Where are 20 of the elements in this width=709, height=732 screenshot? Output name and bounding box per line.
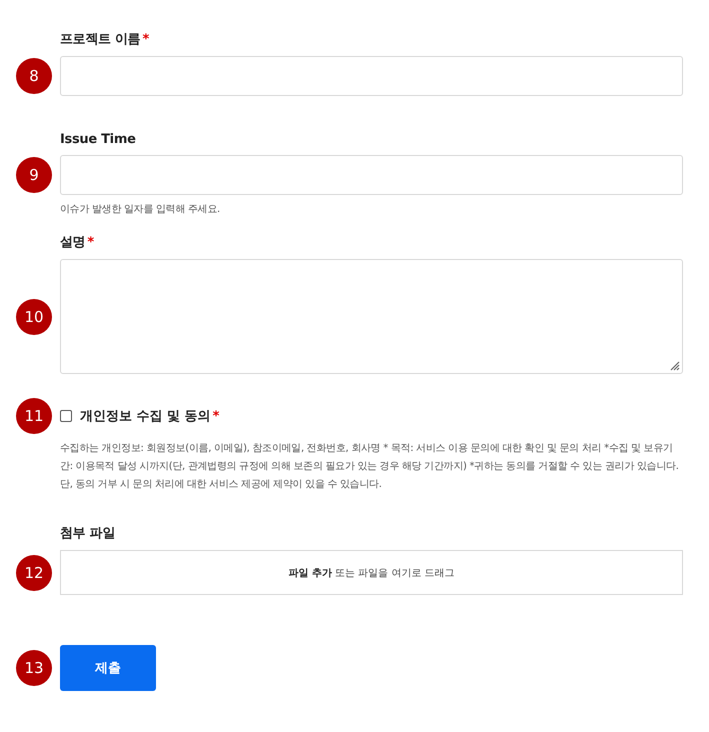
text-input-field[interactable] (60, 155, 683, 195)
consent-checkbox[interactable] (60, 410, 72, 422)
step-number-badge: 13 (16, 650, 52, 686)
field-label: 설명* (60, 234, 95, 251)
step-number-badge: 10 (16, 298, 52, 334)
step-number-badge: 11 (16, 398, 52, 434)
step-number-badge: 8 (16, 58, 52, 94)
text-input-field[interactable] (60, 56, 683, 96)
hint-text: 이슈가 발생한 일자를 입력해 주세요. (60, 203, 221, 217)
step-number-badge: 12 (16, 554, 52, 590)
file-dropzone[interactable]: 파일 추가 또는 파일을 여기로 드래그 (60, 550, 683, 595)
field-label: 프로젝트 이름* (60, 31, 150, 48)
submit-button[interactable]: 제출 (60, 645, 156, 691)
resize-grip-icon[interactable] (668, 359, 680, 371)
consent-text: 수집하는 개인정보: 회원정보(이름, 이메일), 참조이메일, 전화번호, 회사명 * 목적: 서비스 이용 문의에 대한 확인 및 문의 처리 *수집 및 보유기간: 이용목적 달성 시까지(단, 관계법령의 규정에 의해 보존의 필요가 있는 경우 해당 기간까지) *귀하는 동의를 거절할 수 있는 권리가 있습니다. 단, 동의 거부 시 문의 처리에 대한 서비스 제공에 제약이 있을 수 있습니다. (60, 442, 680, 492)
field-label: 첨부 파일 (60, 525, 116, 542)
textarea-field[interactable] (60, 259, 683, 374)
checkbox-label: 개인정보 수집 및 동의* (80, 408, 220, 425)
field-label: Issue Time (60, 132, 137, 147)
step-number-badge: 9 (16, 157, 52, 193)
